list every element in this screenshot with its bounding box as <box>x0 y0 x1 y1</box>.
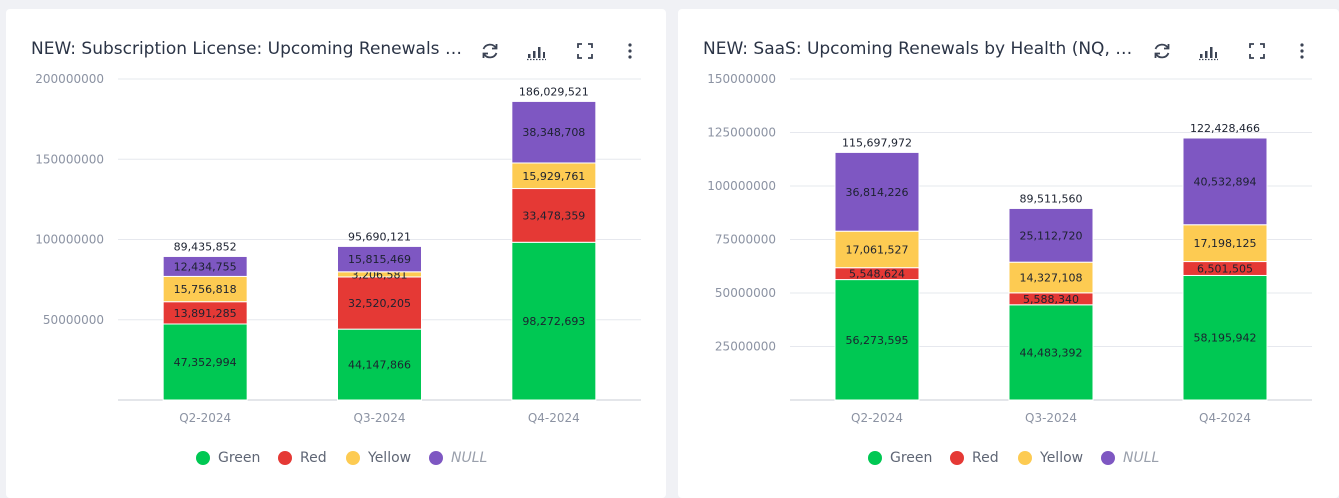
x-tick-label: Q3-2024 <box>1025 411 1077 425</box>
legend-item-yellow[interactable]: Yellow <box>346 447 411 469</box>
data-label: 17,061,527 <box>846 243 909 256</box>
x-tick-label: Q2-2024 <box>179 411 231 425</box>
data-label: 56,273,595 <box>846 334 909 347</box>
fullscreen-icon[interactable] <box>1243 37 1271 65</box>
y-tick-label: 150000000 <box>707 72 776 86</box>
refresh-icon[interactable] <box>1148 37 1176 65</box>
data-label: 58,195,942 <box>1194 332 1257 345</box>
data-label: 15,815,469 <box>348 253 411 266</box>
data-label: 25,112,720 <box>1020 229 1083 242</box>
data-label: 13,891,285 <box>174 307 237 320</box>
legend-label: NULL <box>1123 450 1160 466</box>
y-tick-label: 75000000 <box>715 233 776 247</box>
more-vertical-icon[interactable] <box>1288 37 1316 65</box>
legend-item-null[interactable]: NULL <box>1101 447 1159 469</box>
legend-label: Yellow <box>368 450 412 466</box>
legend-swatch <box>868 451 882 465</box>
data-label: 44,483,392 <box>1020 346 1083 359</box>
legend-label: Yellow <box>1040 450 1084 466</box>
chart-type-icon[interactable] <box>1194 37 1222 65</box>
chart-type-icon[interactable] <box>522 37 550 65</box>
legend-label: Green <box>218 450 261 466</box>
data-label: 47,352,994 <box>174 356 237 369</box>
card-header: NEW: Subscription License: Upcoming Rene… <box>6 37 666 65</box>
y-tick-label: 100000000 <box>35 233 104 247</box>
data-label: 15,929,761 <box>522 170 585 183</box>
legend-item-red[interactable]: Red <box>278 447 327 469</box>
total-label: 115,697,972 <box>842 136 912 149</box>
x-tick-label: Q4-2024 <box>528 411 580 425</box>
y-tick-label: 200000000 <box>35 72 104 86</box>
y-tick-label: 100000000 <box>707 179 776 193</box>
legend-swatch <box>196 451 210 465</box>
legend-swatch <box>346 451 360 465</box>
legend-label: Green <box>890 450 933 466</box>
legend-item-green[interactable]: Green <box>868 447 932 469</box>
legend-label: NULL <box>451 450 488 466</box>
legend-swatch <box>1018 451 1032 465</box>
total-label: 122,428,466 <box>1190 122 1260 135</box>
legend-swatch <box>278 451 292 465</box>
data-label: 6,501,505 <box>1197 263 1253 276</box>
data-label: 38,348,708 <box>522 126 585 139</box>
legend-swatch <box>429 451 443 465</box>
data-label: 15,756,818 <box>174 283 237 296</box>
legend-swatch <box>950 451 964 465</box>
data-label: 5,588,340 <box>1023 293 1079 306</box>
refresh-icon[interactable] <box>476 37 504 65</box>
stacked-bar-chart: 50000000 100000000 150000000 200000000 47,35… <box>35 72 641 425</box>
data-label: 36,814,226 <box>846 186 909 199</box>
fullscreen-icon[interactable] <box>571 37 599 65</box>
chart-legend: Green Red Yellow NULL <box>678 447 1339 469</box>
legend-label: Red <box>300 450 327 466</box>
legend-item-yellow[interactable]: Yellow <box>1018 447 1083 469</box>
total-label: 89,435,852 <box>174 240 237 253</box>
y-tick-label: 50000000 <box>43 313 104 327</box>
data-label: 98,272,693 <box>522 315 585 328</box>
y-tick-label: 150000000 <box>35 152 104 166</box>
chart-card-saas: NEW: SaaS: Upcoming Renewals by Health (… <box>678 9 1339 498</box>
stacked-bar-chart: 25000000 50000000 75000000 100000000 1250000… <box>707 72 1312 425</box>
x-tick-label: Q3-2024 <box>354 411 406 425</box>
chart-title[interactable]: NEW: SaaS: Upcoming Renewals by Health (… <box>703 39 1135 59</box>
more-vertical-icon[interactable] <box>616 37 644 65</box>
y-tick-label: 125000000 <box>707 126 776 140</box>
total-label: 89,511,560 <box>1020 192 1083 205</box>
y-tick-label: 50000000 <box>715 286 776 300</box>
y-tick-label: 25000000 <box>715 340 776 354</box>
x-tick-label: Q2-2024 <box>851 411 903 425</box>
data-label: 12,434,755 <box>174 260 237 273</box>
chart-card-subscription-license: NEW: Subscription License: Upcoming Rene… <box>6 9 666 498</box>
data-label: 40,532,894 <box>1194 175 1257 188</box>
legend-swatch <box>1101 451 1115 465</box>
data-label: 33,478,359 <box>522 209 585 222</box>
total-label: 95,690,121 <box>348 230 411 243</box>
legend-label: Red <box>972 450 999 466</box>
data-label: 5,548,624 <box>849 268 905 281</box>
legend-item-green[interactable]: Green <box>196 447 260 469</box>
data-label: 32,520,205 <box>348 297 411 310</box>
x-tick-label: Q4-2024 <box>1199 411 1251 425</box>
chart-title[interactable]: NEW: Subscription License: Upcoming Rene… <box>31 39 463 59</box>
legend-item-red[interactable]: Red <box>950 447 999 469</box>
data-label: 17,198,125 <box>1194 237 1257 250</box>
legend-item-null[interactable]: NULL <box>429 447 487 469</box>
data-label: 44,147,866 <box>348 359 411 372</box>
chart-legend: Green Red Yellow NULL <box>6 447 666 469</box>
card-header: NEW: SaaS: Upcoming Renewals by Health (… <box>678 37 1339 65</box>
data-label: 14,327,108 <box>1020 272 1083 285</box>
total-label: 186,029,521 <box>519 85 589 98</box>
